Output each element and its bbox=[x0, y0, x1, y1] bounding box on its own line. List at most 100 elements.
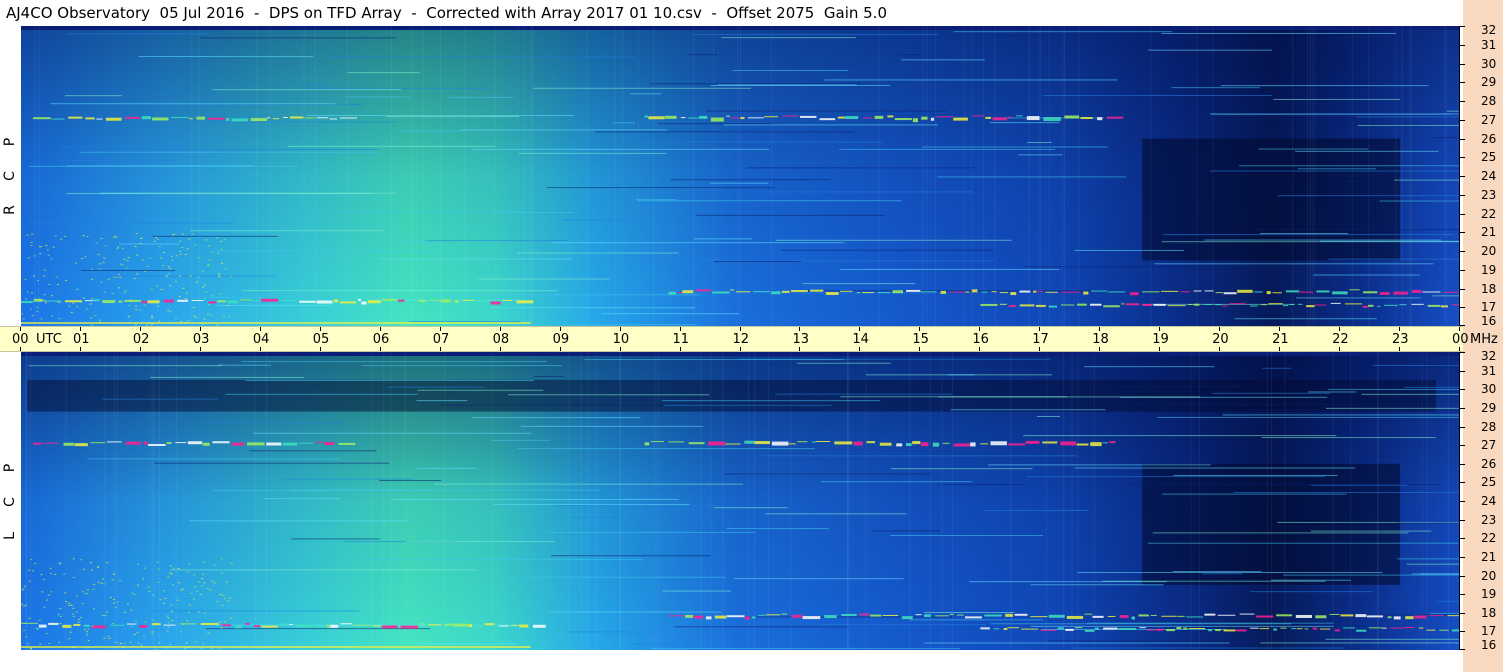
noise-line bbox=[379, 480, 442, 482]
signal-band-segment bbox=[516, 300, 534, 304]
signal-band-segment bbox=[1261, 304, 1267, 306]
signal-band-segment bbox=[699, 115, 708, 119]
vertical-noise-line bbox=[768, 352, 770, 650]
speckle bbox=[158, 642, 161, 644]
noise-line bbox=[1411, 573, 1460, 575]
signal-band-segment bbox=[932, 442, 940, 447]
speckle bbox=[216, 237, 219, 239]
signal-band-segment bbox=[1142, 303, 1153, 306]
signal-band-segment bbox=[126, 623, 137, 625]
speckle bbox=[90, 569, 93, 571]
vertical-noise-line bbox=[153, 352, 155, 650]
speckle bbox=[58, 641, 61, 643]
time-tick bbox=[739, 347, 741, 351]
time-tick bbox=[619, 347, 621, 351]
speckle bbox=[155, 237, 158, 239]
signal-band-segment bbox=[1367, 304, 1374, 307]
noise-line bbox=[1283, 574, 1460, 576]
speckle bbox=[159, 599, 162, 601]
noise-line bbox=[713, 261, 802, 263]
noise-line bbox=[820, 481, 973, 483]
signal-band-segment bbox=[845, 116, 859, 120]
noise-line bbox=[595, 131, 855, 133]
speckle bbox=[203, 318, 206, 320]
frequency-tick bbox=[1459, 594, 1465, 596]
speckle bbox=[114, 235, 117, 237]
signal-band-segment bbox=[748, 117, 764, 119]
signal-band-segment bbox=[90, 442, 105, 444]
signal-band-segment bbox=[289, 116, 304, 119]
speckle bbox=[31, 570, 34, 572]
vertical-noise-line bbox=[1444, 26, 1446, 326]
speckle bbox=[169, 572, 172, 574]
signal-band-segment bbox=[856, 292, 860, 294]
frequency-tick-label: 16 bbox=[1481, 314, 1497, 328]
signal-band-segment bbox=[202, 442, 210, 446]
signal-band-segment bbox=[295, 624, 313, 628]
lcp-letter-c: C bbox=[2, 497, 18, 507]
signal-band-segment bbox=[1239, 613, 1255, 615]
speckle bbox=[42, 578, 45, 580]
signal-band-segment bbox=[1418, 627, 1424, 629]
signal-band-segment bbox=[972, 115, 985, 117]
speckle bbox=[203, 582, 206, 584]
frequency-tick bbox=[1459, 101, 1465, 102]
noise-line bbox=[613, 122, 636, 124]
frequency-tick bbox=[1459, 519, 1465, 521]
noise-line bbox=[1379, 200, 1460, 202]
vertical-noise-line bbox=[595, 352, 597, 650]
speckle bbox=[139, 243, 142, 245]
speckle bbox=[207, 263, 210, 265]
lcp-frequency-axis: 16 17 18 19 20 21 22 23 24 25 26 27 28 29 30 31 32 bbox=[1459, 350, 1503, 651]
signal-band-segment bbox=[1090, 442, 1102, 447]
noise-line bbox=[726, 527, 829, 529]
noise-line bbox=[392, 498, 679, 500]
noise-line bbox=[491, 439, 551, 441]
vertical-noise-line bbox=[444, 352, 446, 650]
signal-band-segment bbox=[1043, 117, 1061, 122]
speckle bbox=[187, 320, 190, 322]
speckle bbox=[174, 317, 177, 319]
signal-band-segment bbox=[1215, 629, 1221, 632]
signal-band-segment bbox=[788, 443, 796, 445]
noise-line bbox=[58, 146, 184, 148]
signal-band-segment bbox=[1229, 303, 1246, 305]
vertical-noise-line bbox=[1190, 352, 1192, 650]
signal-band-segment bbox=[1366, 615, 1384, 618]
signal-band-segment bbox=[971, 289, 978, 293]
speckle bbox=[228, 315, 231, 317]
signal-band-segment bbox=[810, 289, 824, 292]
signal-band-segment bbox=[1019, 304, 1035, 307]
speckle bbox=[100, 237, 103, 239]
speckle bbox=[24, 622, 27, 624]
signal-band-segment bbox=[708, 441, 725, 446]
vertical-noise-line bbox=[710, 352, 712, 650]
vertical-noise-line bbox=[926, 26, 928, 326]
noise-line bbox=[241, 290, 558, 292]
speckle bbox=[187, 571, 190, 573]
time-tick-label: 22 bbox=[1332, 332, 1349, 347]
frequency-tick bbox=[1459, 325, 1465, 326]
speckle bbox=[180, 631, 183, 633]
signal-band-segment bbox=[283, 116, 288, 118]
speckle bbox=[95, 242, 98, 244]
speckle bbox=[36, 628, 39, 630]
signal-band-segment bbox=[921, 116, 928, 120]
time-tick-label: 11 bbox=[672, 332, 690, 347]
speckle bbox=[103, 257, 106, 259]
speckle bbox=[129, 299, 132, 301]
signal-band-segment bbox=[1176, 627, 1182, 630]
noise-line bbox=[345, 96, 410, 98]
signal-band-segment bbox=[758, 614, 766, 616]
signal-band-segment bbox=[315, 441, 324, 443]
frequency-tick-label: 17 bbox=[1481, 624, 1497, 639]
vertical-noise-line bbox=[198, 26, 200, 326]
speckle bbox=[166, 615, 169, 617]
signal-band-segment bbox=[1014, 613, 1028, 616]
noise-line bbox=[28, 365, 223, 367]
speckle bbox=[58, 317, 61, 319]
frequency-tick bbox=[1459, 307, 1465, 309]
noise-line bbox=[148, 610, 360, 612]
noise-line bbox=[1026, 476, 1326, 478]
speckle bbox=[130, 625, 133, 627]
